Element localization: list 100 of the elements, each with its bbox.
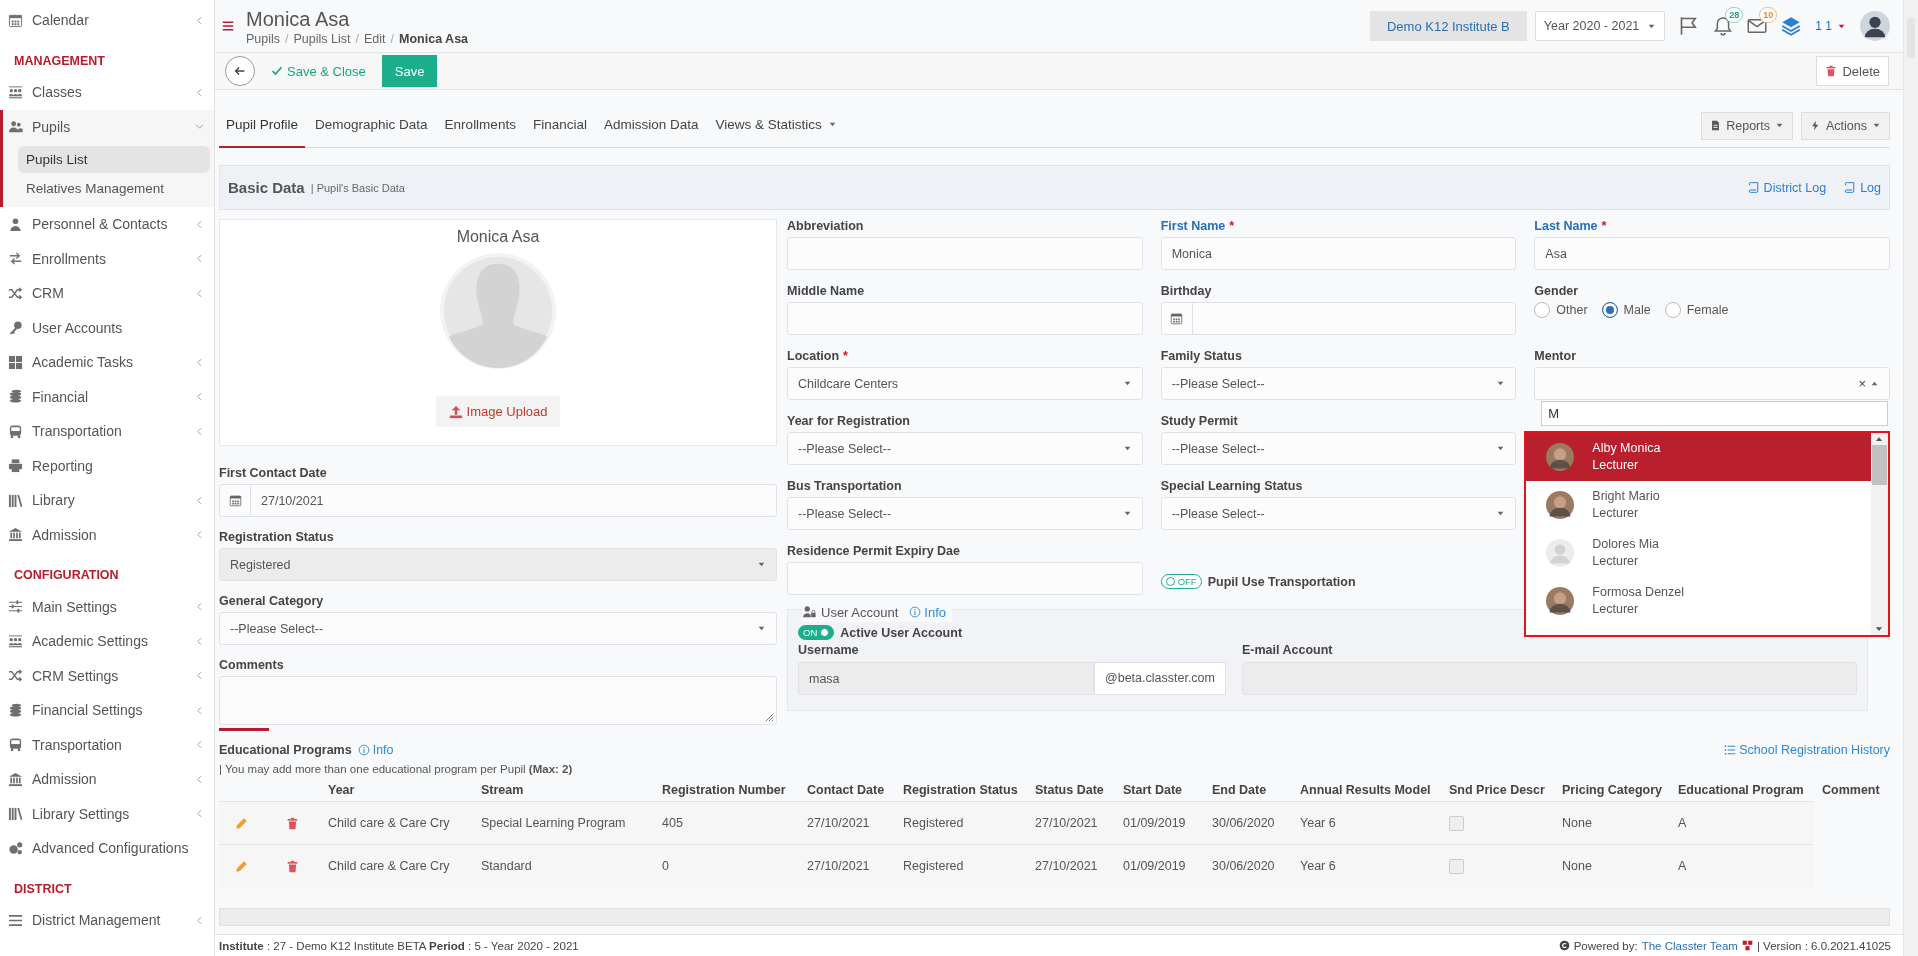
dropdown-option[interactable]: Dolores Mia Lecturer bbox=[1526, 529, 1871, 577]
dropdown-option[interactable]: Bright Mario Lecturer bbox=[1526, 481, 1871, 529]
tab[interactable]: Views & Statistics bbox=[708, 103, 844, 148]
select-field[interactable]: --Please Select-- bbox=[787, 432, 1143, 465]
count-badge: 10 bbox=[1759, 7, 1778, 23]
scrollbar[interactable] bbox=[219, 908, 1890, 926]
sidebar-item[interactable]: CRM Settings bbox=[0, 658, 214, 693]
panel-title: User Account bbox=[821, 604, 899, 620]
trash-icon[interactable] bbox=[285, 817, 299, 831]
sidebar-item[interactable]: Reporting bbox=[0, 448, 214, 483]
footer-link[interactable]: The Classter Team bbox=[1641, 939, 1738, 952]
sidebar-item[interactable]: Admission bbox=[0, 762, 214, 797]
text-field: masa bbox=[798, 662, 1095, 695]
sidebar-item[interactable]: Academic Settings bbox=[0, 624, 214, 659]
profile-name: Monica Asa bbox=[456, 228, 540, 246]
sidebar-subitem[interactable]: Relatives Management bbox=[18, 175, 210, 202]
reports-button[interactable]: Reports bbox=[1701, 111, 1793, 140]
sidebar-item[interactable]: Transportation bbox=[0, 727, 214, 762]
sidebar-item[interactable]: Library Settings bbox=[0, 796, 214, 831]
sidebar-item[interactable]: User Accounts bbox=[0, 310, 214, 345]
dropdown-option[interactable]: Alby Monica Lecturer bbox=[1526, 433, 1871, 481]
sidebar-item[interactable]: Calendar bbox=[0, 3, 214, 38]
pencil-icon[interactable] bbox=[235, 860, 248, 874]
info-link[interactable]: Info bbox=[909, 604, 946, 620]
sidebar-subitem[interactable]: Pupils List bbox=[18, 146, 210, 173]
person-icon bbox=[8, 216, 23, 232]
radio-button[interactable] bbox=[1601, 302, 1618, 318]
avatar[interactable] bbox=[1860, 11, 1890, 41]
back-button[interactable] bbox=[225, 56, 255, 86]
year-dropdown[interactable]: Year 2020 - 2021 bbox=[1534, 11, 1666, 41]
sidebar-item[interactable]: Admission bbox=[0, 517, 214, 552]
sidebar-item[interactable]: Advanced Configurations bbox=[0, 831, 214, 866]
search-field[interactable]: M bbox=[1541, 401, 1888, 426]
radio-button[interactable] bbox=[1664, 302, 1681, 318]
sidebar-item[interactable]: Library bbox=[0, 483, 214, 518]
user-menu[interactable]: 1 1 bbox=[1815, 19, 1846, 33]
select-field[interactable]: --Please Select-- bbox=[219, 612, 777, 645]
select-field[interactable]: --Please Select-- bbox=[1160, 497, 1517, 530]
breadcrumb-link[interactable]: Pupils List bbox=[293, 31, 351, 46]
delete-button[interactable]: Delete bbox=[1816, 56, 1889, 86]
radio-label[interactable]: Male bbox=[1623, 303, 1651, 317]
actions-button[interactable]: Actions bbox=[1801, 111, 1890, 140]
sidebar-item[interactable]: Academic Tasks bbox=[0, 345, 214, 380]
institute-button[interactable]: Demo K12 Institute B bbox=[1369, 11, 1527, 41]
field-label: Study Permit bbox=[1160, 414, 1238, 429]
select-field[interactable]: --Please Select-- bbox=[787, 497, 1143, 530]
sidebar-item[interactable]: Enrollments bbox=[0, 241, 214, 276]
pencil-icon[interactable] bbox=[235, 817, 248, 831]
select-field[interactable]: Childcare Centers bbox=[787, 367, 1143, 400]
sidebar-item[interactable]: Financial bbox=[0, 379, 214, 414]
comments-field[interactable] bbox=[219, 676, 777, 725]
dropdown-option[interactable]: Formosa Denzel Lecturer bbox=[1526, 577, 1871, 625]
scrollbar[interactable] bbox=[1903, 0, 1918, 956]
radio-label[interactable]: Female bbox=[1686, 303, 1729, 317]
scrollbar[interactable] bbox=[1871, 433, 1888, 635]
tab[interactable]: Pupil Profile bbox=[219, 103, 306, 148]
tab[interactable]: Financial bbox=[525, 103, 594, 148]
text-field[interactable]: Asa bbox=[1534, 237, 1890, 270]
sidebar-item[interactable]: Classes bbox=[0, 75, 214, 110]
breadcrumb-link[interactable]: Pupils bbox=[246, 31, 281, 46]
history-link[interactable]: School Registration History bbox=[1724, 743, 1890, 757]
date-field[interactable] bbox=[1160, 302, 1517, 335]
trash-icon[interactable] bbox=[285, 860, 299, 874]
clear-icon[interactable]: × bbox=[1858, 376, 1866, 391]
page-title: Monica Asa bbox=[246, 6, 351, 31]
sidebar-item[interactable]: CRM bbox=[0, 276, 214, 311]
table-cell: Child care & Care Cry bbox=[320, 801, 473, 845]
breadcrumb-link[interactable]: Edit bbox=[364, 31, 386, 46]
layers-icon[interactable] bbox=[1781, 16, 1802, 36]
text-field[interactable]: Monica bbox=[1160, 237, 1517, 270]
radio-button[interactable] bbox=[1534, 302, 1551, 318]
select-field[interactable]: --Please Select-- bbox=[1160, 367, 1517, 400]
text-field[interactable] bbox=[787, 237, 1143, 270]
tab[interactable]: Demographic Data bbox=[308, 103, 435, 148]
log-link[interactable]: Log bbox=[1844, 180, 1881, 195]
select-field[interactable]: --Please Select-- bbox=[1160, 432, 1517, 465]
table-cell: Registered bbox=[895, 801, 1027, 845]
tab[interactable]: Enrollments bbox=[437, 103, 523, 148]
info-link[interactable]: Info bbox=[357, 743, 394, 757]
sidebar-item[interactable]: Financial Settings bbox=[0, 693, 214, 728]
sidebar-item[interactable]: District Management bbox=[0, 903, 214, 938]
select-field[interactable]: × bbox=[1534, 367, 1890, 400]
table-cell: 27/10/2021 bbox=[799, 801, 895, 845]
sidebar-item[interactable]: Transportation bbox=[0, 414, 214, 449]
sidebar-item[interactable]: Personnel & Contacts bbox=[0, 207, 214, 242]
image-upload-button[interactable]: Image Upload bbox=[435, 396, 561, 427]
text-field[interactable] bbox=[787, 302, 1143, 335]
sidebar-item[interactable]: Pupils bbox=[3, 109, 214, 144]
text-field[interactable] bbox=[787, 562, 1143, 595]
scrollbar-thumb[interactable] bbox=[1872, 445, 1887, 485]
caret-icon bbox=[1122, 509, 1132, 518]
radio-label[interactable]: Other bbox=[1556, 303, 1588, 317]
envelope-icon[interactable] bbox=[1747, 16, 1768, 36]
date-field[interactable]: 27/10/2021 bbox=[219, 484, 777, 517]
log-link[interactable]: District Log bbox=[1747, 180, 1827, 195]
sidebar-item[interactable]: Main Settings bbox=[0, 589, 214, 624]
tab[interactable]: Admission Data bbox=[596, 103, 706, 148]
bell-icon[interactable] bbox=[1713, 16, 1734, 36]
people-icon bbox=[8, 119, 23, 135]
menu-icon[interactable] bbox=[222, 20, 234, 32]
